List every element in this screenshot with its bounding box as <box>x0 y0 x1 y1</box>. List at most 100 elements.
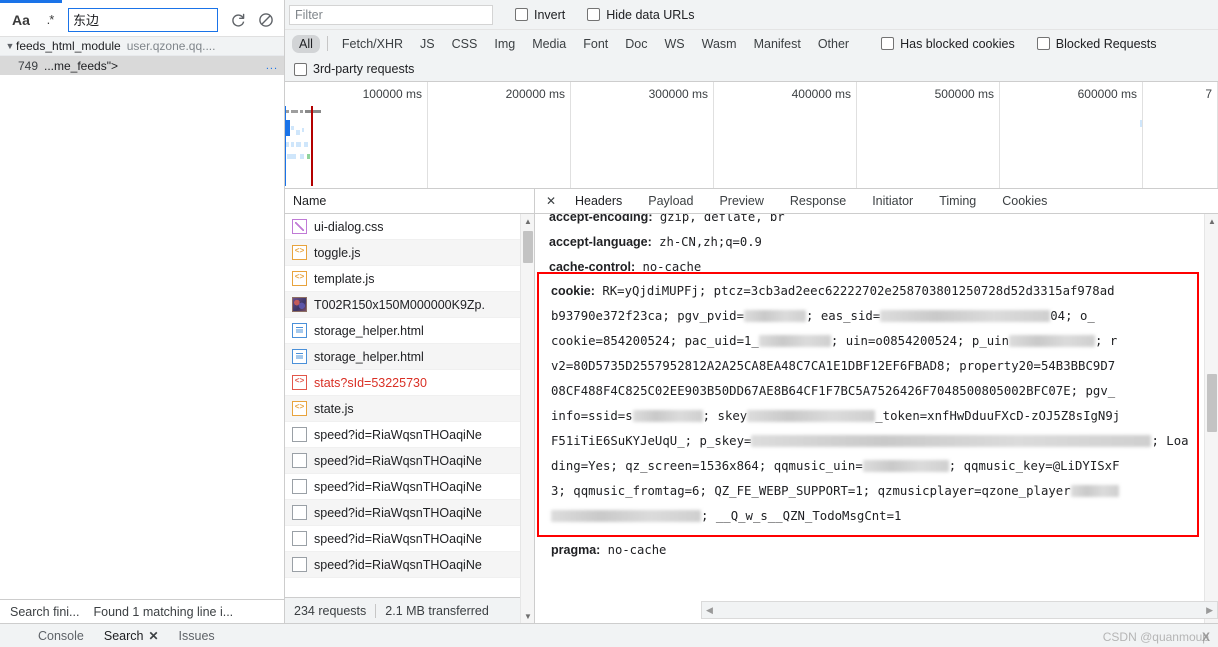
redacted-value <box>632 410 703 422</box>
header-row: cache-control: no-cache <box>549 255 1190 280</box>
close-icon[interactable]: ✕ <box>148 629 158 643</box>
match-overflow-ellipsis: ... <box>265 59 278 72</box>
type-filter-manifest[interactable]: Manifest <box>747 35 808 53</box>
headers-scrollbar[interactable]: ▲ ▼ <box>1204 214 1218 623</box>
type-filter-media[interactable]: Media <box>525 35 573 53</box>
cookie-line: ; __Q_w_s__QZN_TodoMsgCnt=1 <box>551 504 1190 529</box>
pending-request-icon <box>292 479 307 494</box>
tab-initiator[interactable]: Initiator <box>859 189 926 214</box>
scroll-up-icon[interactable]: ▲ <box>521 214 535 228</box>
scroll-right-icon[interactable]: ▶ <box>1206 605 1213 616</box>
search-result-match[interactable]: 749 ...me_feeds"> ... <box>0 56 284 75</box>
type-filter-all[interactable]: All <box>292 34 320 53</box>
tab-payload[interactable]: Payload <box>635 189 706 214</box>
search-input[interactable] <box>68 7 218 32</box>
type-filter-ws[interactable]: WS <box>657 35 691 53</box>
cookie-text: 04; o_ <box>1050 309 1095 323</box>
request-row[interactable]: <> state.js <box>285 396 534 422</box>
match-case-icon[interactable]: Aa <box>8 8 34 32</box>
cookie-line: 3; qqmusic_fromtag=6; QZ_FE_WEBP_SUPPORT… <box>551 479 1190 504</box>
blocked-requests-checkbox[interactable]: Blocked Requests <box>1036 37 1157 51</box>
drawer-tab-issues[interactable]: Issues <box>169 624 225 647</box>
request-count: 234 requests <box>294 603 367 618</box>
search-status-left: Search fini... <box>10 604 80 619</box>
type-filter-fetch-xhr[interactable]: Fetch/XHR <box>335 35 410 53</box>
horizontal-scrollbar[interactable]: ◀ ▶ <box>701 597 1218 623</box>
search-result-group-name: feeds_html_module <box>16 39 121 53</box>
checkbox-icon <box>515 8 528 21</box>
tab-preview[interactable]: Preview <box>706 189 776 214</box>
type-filter-css[interactable]: CSS <box>445 35 485 53</box>
request-name: ui-dialog.css <box>314 219 384 234</box>
use-regex-icon[interactable]: .* <box>38 8 62 32</box>
request-row[interactable]: ui-dialog.css <box>285 214 534 240</box>
drawer-tab-console[interactable]: Console <box>28 624 94 647</box>
request-row[interactable]: storage_helper.html <box>285 318 534 344</box>
transferred-size: 2.1 MB transferred <box>385 603 489 618</box>
cookie-text: info=ssid=s <box>551 409 633 423</box>
request-list-scrollbar[interactable]: ▲ ▼ <box>520 214 534 623</box>
type-filter-js[interactable]: JS <box>413 35 442 53</box>
type-filter-doc[interactable]: Doc <box>618 35 654 53</box>
request-row[interactable]: speed?id=RiaWqsnTHOaqiNe <box>285 448 534 474</box>
scrollbar-thumb[interactable] <box>1207 374 1217 432</box>
tab-headers[interactable]: Headers <box>562 189 635 214</box>
filter-input[interactable] <box>289 4 493 25</box>
checkbox-icon <box>294 62 307 76</box>
overview-request-bars <box>285 108 1142 182</box>
search-result-group[interactable]: ▼ feeds_html_module user.qzone.qq.... <box>0 37 284 56</box>
checkbox-icon <box>881 37 895 50</box>
request-row[interactable]: speed?id=RiaWqsnTHOaqiNe <box>285 422 534 448</box>
tab-cookies[interactable]: Cookies <box>989 189 1060 214</box>
header-row: accept-language: zh-CN,zh;q=0.9 <box>549 230 1190 255</box>
third-party-requests-checkbox[interactable]: 3rd-party requests <box>294 62 414 76</box>
request-row[interactable]: storage_helper.html <box>285 344 534 370</box>
chevron-down-icon[interactable]: ▼ <box>4 41 16 51</box>
checkbox-icon <box>1036 37 1050 50</box>
request-row[interactable]: speed?id=RiaWqsnTHOaqiNe <box>285 500 534 526</box>
cookie-line: cookie=854200524; pac_uid=1_ ; uin=o08542… <box>551 329 1190 354</box>
search-panel: Aa .* ▼ feeds_html_module user.qzone. <box>0 0 285 623</box>
request-rows[interactable]: ui-dialog.css <> toggle.js <> template.j… <box>285 214 534 597</box>
tab-timing[interactable]: Timing <box>926 189 989 214</box>
scroll-up-icon[interactable]: ▲ <box>1205 214 1218 228</box>
stylesheet-icon <box>292 219 307 234</box>
request-row[interactable]: T002R150x150M000000K9Zp. <box>285 292 534 318</box>
headers-content[interactable]: accept-encoding: gzip, deflate, br accep… <box>535 214 1218 623</box>
drawer-tab-search[interactable]: Search ✕ <box>94 624 169 647</box>
more-options-icon[interactable] <box>6 625 28 647</box>
type-filter-wasm[interactable]: Wasm <box>695 35 744 53</box>
cookie-text: 08CF488F4C825C02EE903B50DD67AE8B64CF1F7B… <box>551 384 1116 398</box>
tab-response[interactable]: Response <box>777 189 859 214</box>
clear-icon[interactable] <box>254 8 278 32</box>
request-name: speed?id=RiaWqsnTHOaqiNe <box>314 557 482 572</box>
network-overview-timeline[interactable]: 100000 ms 200000 ms 300000 ms 400000 ms … <box>285 82 1218 189</box>
request-row[interactable]: speed?id=RiaWqsnTHOaqiNe <box>285 552 534 578</box>
request-row[interactable]: <> template.js <box>285 266 534 292</box>
search-results-tree[interactable]: ▼ feeds_html_module user.qzone.qq.... 74… <box>0 37 284 599</box>
request-row[interactable]: <> toggle.js <box>285 240 534 266</box>
scroll-down-icon[interactable]: ▼ <box>521 609 535 623</box>
type-filter-img[interactable]: Img <box>487 35 522 53</box>
invert-checkbox[interactable]: Invert <box>515 8 565 22</box>
request-row[interactable]: speed?id=RiaWqsnTHOaqiNe <box>285 526 534 552</box>
third-party-row: 3rd-party requests <box>285 57 1218 82</box>
has-blocked-cookies-checkbox[interactable]: Has blocked cookies <box>881 37 1015 51</box>
divider <box>326 36 328 51</box>
request-name: stats?sId=53225730 <box>314 375 427 390</box>
request-row[interactable]: speed?id=RiaWqsnTHOaqiNe <box>285 474 534 500</box>
request-name: speed?id=RiaWqsnTHOaqiNe <box>314 427 482 442</box>
refresh-icon[interactable] <box>226 8 250 32</box>
hide-data-urls-checkbox[interactable]: Hide data URLs <box>587 8 695 22</box>
invert-label: Invert <box>534 7 566 22</box>
request-row[interactable]: <> stats?sId=53225730 <box>285 370 534 396</box>
request-name: speed?id=RiaWqsnTHOaqiNe <box>314 453 482 468</box>
type-filter-other[interactable]: Other <box>811 35 856 53</box>
network-summary-bar: 234 requests 2.1 MB transferred <box>285 597 534 623</box>
close-icon[interactable]: ✕ <box>540 190 562 212</box>
request-list-header[interactable]: Name <box>285 189 534 214</box>
scrollbar-thumb[interactable] <box>523 231 533 263</box>
type-filter-font[interactable]: Font <box>576 35 615 53</box>
detail-tab-bar: ✕ Headers Payload Preview Response Initi… <box>535 189 1218 214</box>
scroll-left-icon[interactable]: ◀ <box>706 605 713 616</box>
